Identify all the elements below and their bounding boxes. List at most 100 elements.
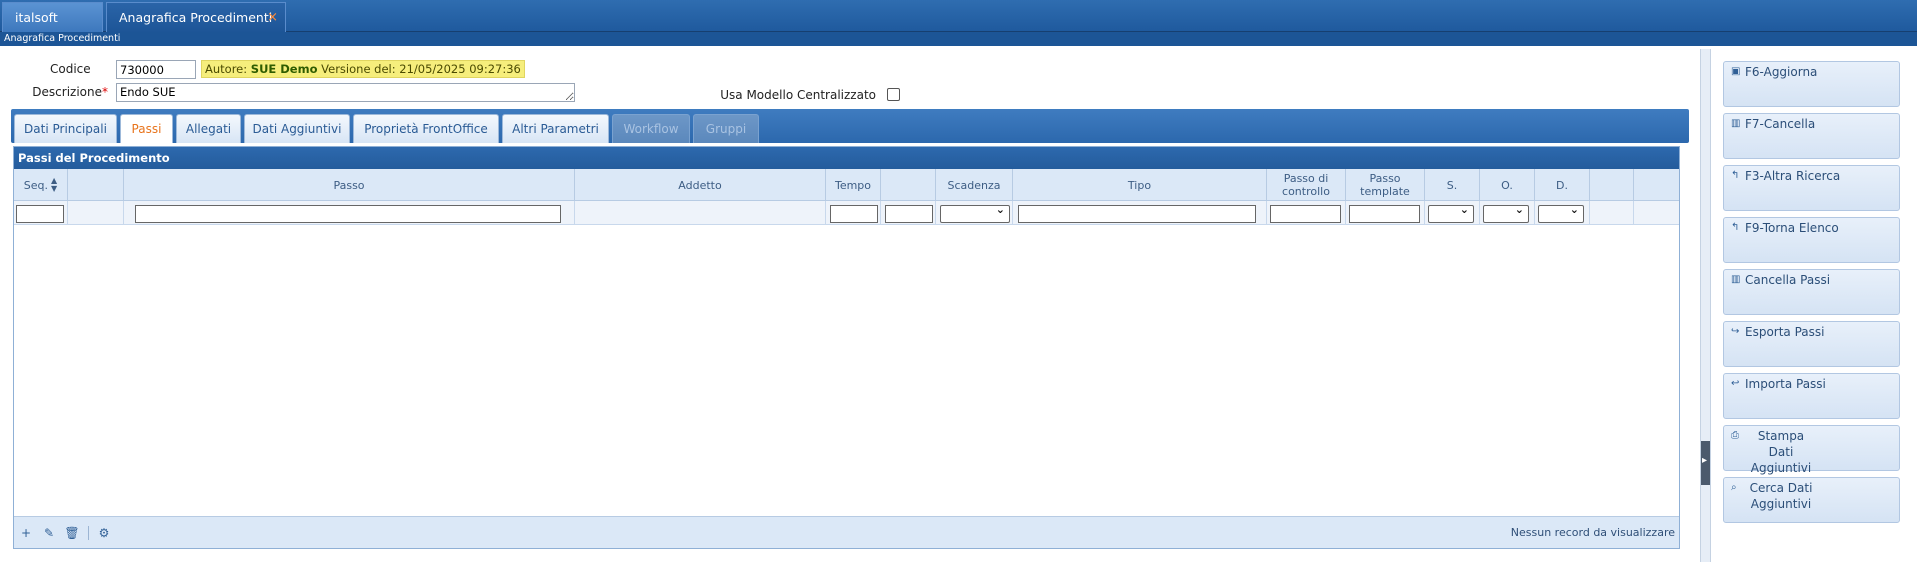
- stampa-dati-aggiuntivi-button[interactable]: ⎙ Stampa Dati Aggiuntivi: [1723, 425, 1900, 475]
- tab-altri-parametri[interactable]: Altri Parametri: [502, 114, 609, 143]
- button-label: Esporta Passi: [1745, 325, 1825, 339]
- tab-gruppi: Gruppi: [693, 114, 759, 143]
- cancella-button[interactable]: ▥ F7-Cancella: [1723, 113, 1900, 159]
- filter-cell: [881, 201, 936, 225]
- filter-passo-controllo-input[interactable]: [1270, 205, 1341, 223]
- column-header-blank2: [881, 169, 936, 201]
- button-label: F3-Altra Ricerca: [1745, 169, 1841, 183]
- tab-allegati[interactable]: Allegati: [176, 114, 241, 143]
- tab-passi[interactable]: Passi: [120, 114, 173, 143]
- trash-icon[interactable]: 🗑: [64, 525, 80, 541]
- column-header-o[interactable]: O.: [1480, 169, 1535, 201]
- column-header-tempo[interactable]: Tempo: [826, 169, 881, 201]
- author-version-badge: Autore: SUE Demo Versione del: 21/05/202…: [201, 60, 525, 78]
- grid-title: Passi del Procedimento: [14, 147, 1679, 169]
- back-arrow-icon: ↰: [1731, 222, 1740, 233]
- panel-splitter[interactable]: [1700, 49, 1711, 562]
- tab-anagrafica-procedimenti[interactable]: Anagrafica Procedimenti ×: [106, 2, 286, 32]
- save-icon: ▣: [1731, 66, 1741, 77]
- descrizione-label: Descrizione*: [30, 85, 108, 99]
- filter-cell: [1013, 201, 1267, 225]
- descrizione-label-text: Descrizione: [32, 85, 102, 99]
- tab-proprieta-frontoffice[interactable]: Proprietà FrontOffice: [353, 114, 499, 143]
- filter-d-select[interactable]: [1538, 203, 1584, 223]
- filter-scadenza-select[interactable]: [940, 203, 1010, 223]
- grid-footer: + ✎ 🗑 ⚙ Nessun record da visualizzare: [14, 516, 1679, 548]
- filter-cell: [1346, 201, 1425, 225]
- export-icon: ↪: [1731, 326, 1740, 337]
- close-icon[interactable]: ×: [267, 3, 278, 33]
- codice-label: Codice: [50, 62, 91, 76]
- altra-ricerca-button[interactable]: ↰ F3-Altra Ricerca: [1723, 165, 1900, 211]
- column-header-scadenza[interactable]: Scadenza: [936, 169, 1013, 201]
- author-name: SUE Demo: [250, 62, 318, 76]
- button-label: F9-Torna Elenco: [1745, 221, 1839, 235]
- column-header-passo[interactable]: Passo: [124, 169, 575, 201]
- column-label: Seq.: [23, 178, 49, 192]
- button-label: F6-Aggiorna: [1745, 65, 1818, 79]
- gear-icon[interactable]: ⚙: [96, 525, 112, 541]
- sort-asc-icon: ▲ ▼: [51, 176, 58, 193]
- filter-tempo2-input[interactable]: [885, 205, 933, 223]
- filter-cell: [1590, 201, 1634, 225]
- tab-italsoft-home[interactable]: italsoft Home: [2, 2, 103, 55]
- page-subtitle: Anagrafica Procedimenti: [0, 32, 1917, 46]
- filter-cell: [1425, 201, 1480, 225]
- tab-label: Anagrafica Procedimenti: [119, 10, 273, 25]
- button-label: Cancella Passi: [1745, 273, 1831, 287]
- trash-icon: ▥: [1731, 274, 1741, 285]
- column-header-addetto[interactable]: Addetto: [575, 169, 826, 201]
- tab-dati-aggiuntivi[interactable]: Dati Aggiuntivi: [244, 114, 350, 143]
- button-label: Cerca Dati Aggiuntivi: [1749, 481, 1813, 511]
- column-header-seq[interactable]: Seq. ▲ ▼: [14, 169, 68, 201]
- filter-cell: [1480, 201, 1535, 225]
- button-label: F7-Cancella: [1745, 117, 1816, 131]
- filter-cell: [124, 201, 575, 225]
- torna-elenco-button[interactable]: ↰ F9-Torna Elenco: [1723, 217, 1900, 263]
- modello-checkbox[interactable]: [887, 88, 900, 101]
- trash-icon: ▥: [1731, 118, 1741, 129]
- button-label: Stampa Dati Aggiuntivi: [1750, 429, 1812, 475]
- filter-cell: [1267, 201, 1346, 225]
- detail-tabs: Dati Principali Passi Allegati Dati Aggi…: [11, 109, 1689, 143]
- aggiorna-button[interactable]: ▣ F6-Aggiorna: [1723, 61, 1900, 107]
- grid-header: Seq. ▲ ▼ Passo Addetto Tempo Scadenza Tip…: [14, 169, 1679, 201]
- passi-grid: Passi del Procedimento Seq. ▲ ▼ Passo Add…: [13, 146, 1680, 549]
- filter-tempo-input[interactable]: [830, 205, 878, 223]
- filter-cell: [575, 201, 826, 225]
- button-label: Importa Passi: [1745, 377, 1826, 391]
- column-header-tipo[interactable]: Tipo: [1013, 169, 1267, 201]
- cancella-passi-button[interactable]: ▥ Cancella Passi: [1723, 269, 1900, 315]
- print-icon: ⎙: [1731, 430, 1739, 441]
- filter-s-select[interactable]: [1428, 203, 1474, 223]
- import-icon: ↩: [1731, 378, 1740, 389]
- column-header-blank3: [1590, 169, 1634, 201]
- filter-cell: [936, 201, 1013, 225]
- back-arrow-icon: ↰: [1731, 170, 1740, 181]
- edit-icon[interactable]: ✎: [41, 525, 57, 541]
- filter-seq-input[interactable]: [16, 205, 64, 223]
- modello-label: Usa Modello Centralizzato: [720, 88, 876, 102]
- importa-passi-button[interactable]: ↩ Importa Passi: [1723, 373, 1900, 419]
- column-header-s[interactable]: S.: [1425, 169, 1480, 201]
- filter-passo-template-input[interactable]: [1349, 205, 1420, 223]
- tab-workflow: Workflow: [612, 114, 690, 143]
- column-header-passo-controllo[interactable]: Passo di controllo: [1267, 169, 1346, 201]
- esporta-passi-button[interactable]: ↪ Esporta Passi: [1723, 321, 1900, 367]
- column-header-blank: [68, 169, 124, 201]
- author-prefix: Autore:: [205, 62, 251, 76]
- filter-tipo-input[interactable]: [1018, 205, 1256, 223]
- cerca-dati-aggiuntivi-button[interactable]: ⌕ Cerca Dati Aggiuntivi: [1723, 477, 1900, 523]
- codice-input[interactable]: [116, 60, 196, 79]
- footer-separator: [88, 526, 89, 540]
- descrizione-field[interactable]: Endo SUE: [116, 83, 575, 102]
- filter-cell: [14, 201, 68, 225]
- filter-row: [14, 201, 1679, 225]
- add-icon[interactable]: +: [18, 525, 34, 541]
- column-header-passo-template[interactable]: Passo template: [1346, 169, 1425, 201]
- column-header-d[interactable]: D.: [1535, 169, 1590, 201]
- collapse-handle[interactable]: [1701, 441, 1710, 485]
- filter-o-select[interactable]: [1483, 203, 1529, 223]
- filter-passo-input[interactable]: [135, 205, 561, 223]
- tab-dati-principali[interactable]: Dati Principali: [14, 114, 117, 143]
